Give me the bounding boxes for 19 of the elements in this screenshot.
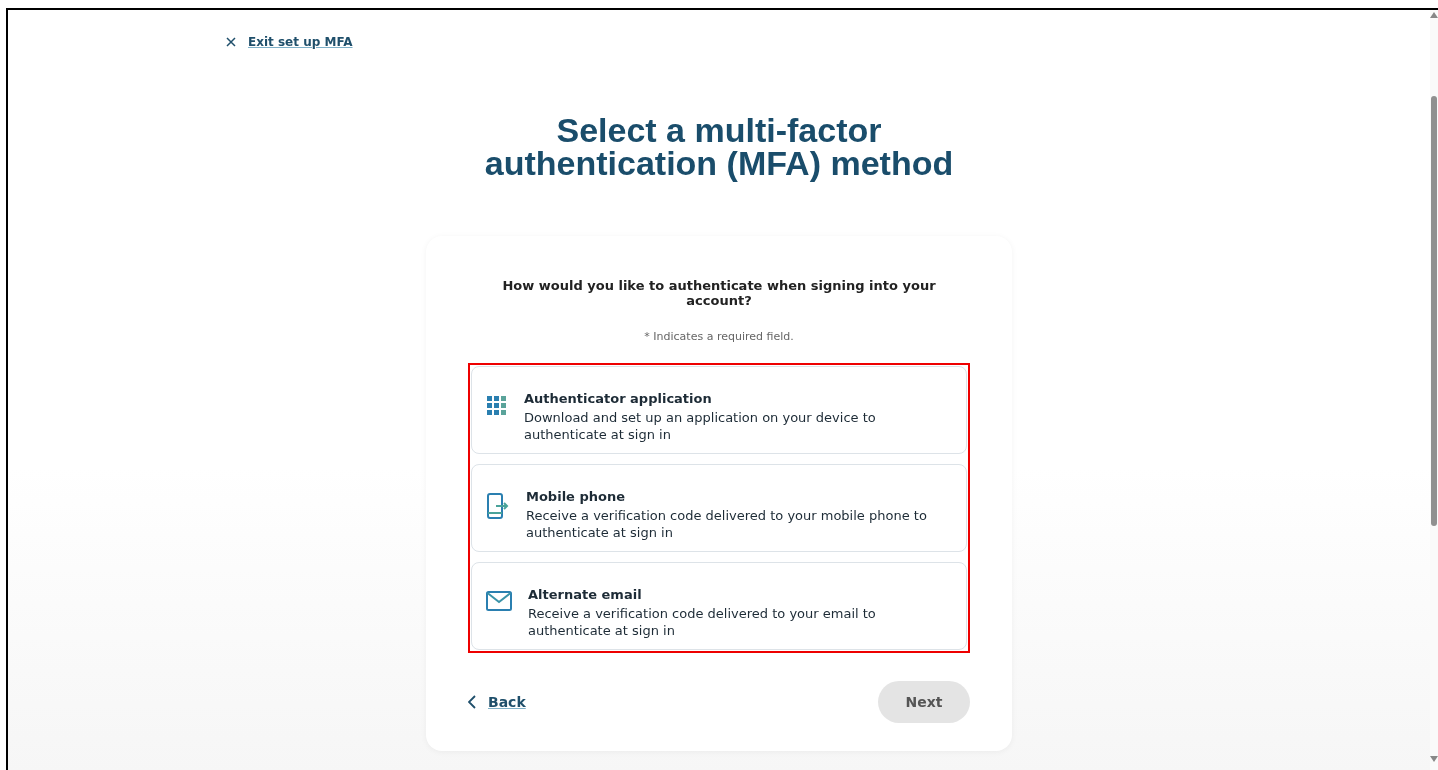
option-description: Receive a verification code delivered to your email to authenticate at sign in (528, 605, 877, 639)
method-option[interactable]: Mobile phone Receive a verification code delivered to your mobile phone to authenticate at sign in (471, 464, 967, 552)
close-icon (226, 37, 236, 47)
option-title: Authenticator application (524, 391, 713, 406)
option-title: Alternate email (528, 587, 643, 602)
back-link[interactable]: Back (468, 694, 526, 710)
question-text: How would you like to authenticate when signing into your account? (501, 278, 937, 308)
required-note: * Indicates a required field. (643, 330, 795, 343)
method-option[interactable]: Authenticator application Download and set up an application on your device to authenticate at sign in (471, 366, 967, 454)
option-description: Download and set up an application on your device to authenticate at sign in (524, 409, 877, 443)
chevron-left-icon (468, 695, 476, 709)
option-title: Mobile phone (526, 489, 626, 504)
option-description: Receive a verification code delivered to your mobile phone to authenticate at sign in (526, 507, 928, 541)
method-option[interactable]: Alternate email Receive a verification code delivered to your email to authenticate at sign in (471, 562, 967, 650)
exit-link[interactable]: Exit set up MFA (226, 35, 353, 49)
envelope-icon (486, 591, 512, 611)
phone-arrow-icon (486, 493, 510, 519)
page-title: Select a multi-factor authentication (MFA) method (483, 114, 955, 180)
grid-icon (486, 395, 508, 417)
